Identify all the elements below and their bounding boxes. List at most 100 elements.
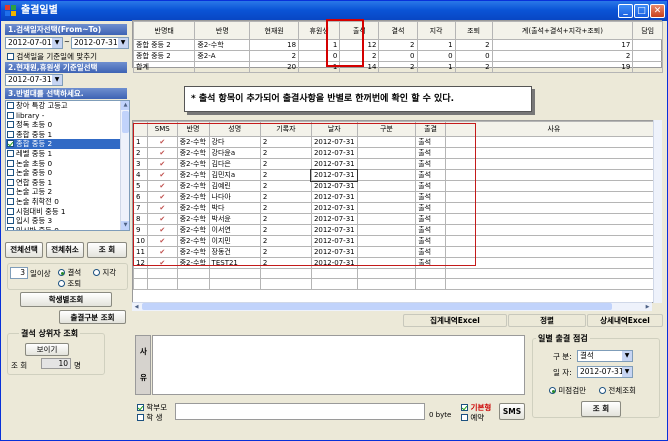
summary-cell: 2	[378, 61, 418, 73]
reason-textarea[interactable]	[152, 335, 525, 395]
radio-unchecked-label: 미점검만	[558, 386, 586, 395]
empty-cell	[176, 267, 210, 280]
class-list-item[interactable]: 입시 중등 3	[6, 216, 129, 226]
summary-row[interactable]: 합계 20 1 14 2 1 2 19	[132, 61, 663, 73]
basic-type-label: 기본형	[470, 403, 492, 412]
scroll-down-icon[interactable]: ▼	[121, 221, 129, 230]
summary-cell: 18	[249, 39, 300, 51]
attendance-type-search-button[interactable]: 출결구분 조회	[59, 310, 126, 324]
class-list-item[interactable]: 논술 취학전 0	[6, 197, 129, 207]
empty-cell	[415, 267, 446, 280]
empty-cell	[356, 278, 417, 290]
radio-unchecked-only[interactable]: 미점검만	[549, 385, 586, 396]
radio-late[interactable]: 지각	[93, 267, 116, 278]
class-list-item[interactable]: 정독 초등 0	[6, 120, 129, 130]
date-to-select[interactable]: 2012-07-31 ▼	[71, 37, 129, 49]
radio-icon	[93, 269, 100, 276]
radio-all[interactable]: 전체조회	[599, 385, 636, 396]
check-date-select[interactable]: 2012-07-31 ▼	[577, 366, 633, 378]
class-list-item[interactable]: 종합 중등 2	[6, 139, 129, 149]
count-unit: 명	[74, 361, 81, 370]
summary-header-cell: 현재원	[249, 21, 300, 40]
empty-cell	[310, 278, 358, 290]
reason-label-box: 사 유	[135, 335, 151, 395]
summary-header-cell: 지각	[416, 21, 456, 40]
checkbox-icon	[7, 226, 14, 230]
show-button[interactable]: 보이기	[25, 343, 69, 356]
select-all-button[interactable]: 전체선택	[5, 242, 43, 258]
checkbox-icon	[7, 140, 14, 148]
summary-cell: 0	[454, 50, 493, 62]
class-item-label: 논술 중등 0	[16, 168, 53, 178]
class-list-item[interactable]: 논술 중등 0	[6, 168, 129, 178]
grid-vscrollbar[interactable]	[653, 120, 662, 303]
summary-header-cell: 결석	[378, 21, 418, 40]
base-date-value: 2012-07-31	[8, 75, 52, 84]
scroll-thumb[interactable]	[122, 111, 129, 133]
empty-cell	[259, 267, 312, 280]
reason-cell	[444, 257, 661, 269]
checkbox-icon	[461, 404, 468, 411]
reason-cell	[444, 202, 661, 214]
match-base-date-checkbox[interactable]: 검색일을 기준일에 맞추기	[7, 51, 97, 62]
base-date-select[interactable]: 2012-07-31 ▼	[5, 74, 63, 86]
detail-highlight-frame	[133, 123, 476, 266]
search-button[interactable]: 조 회	[87, 242, 127, 258]
class-list-item[interactable]: 논술 고등 2	[6, 187, 129, 197]
reason-label-bottom: 유	[140, 373, 147, 382]
minimize-button[interactable]: _	[618, 4, 633, 18]
app-icon	[5, 5, 17, 17]
type-select[interactable]: 결석 ▼	[577, 350, 633, 362]
summary-cell: 2	[454, 61, 493, 73]
days-input[interactable]: 3	[10, 267, 28, 279]
class-list-item[interactable]: 시험대비 중등 1	[6, 207, 129, 217]
class-list-item[interactable]: 논술 초등 0	[6, 159, 129, 169]
summary-table-area: 반명태 반명 현재원 휴원생 출석 결석 지각 조퇴 계(출석+결석+지각+조퇴) 담임 종합 중…	[132, 20, 663, 73]
class-list[interactable]: 창아 특강 고등고 library - 정독 초등 0 종합 중등 1 종합 중등 2레…	[5, 100, 130, 231]
radio-all-label: 전체조회	[608, 386, 636, 395]
check-date-value: 2012-07-31	[580, 367, 624, 376]
radio-icon	[599, 387, 606, 394]
summary-cell: 2	[249, 50, 300, 62]
grid-hscrollbar[interactable]: ◀ ▶	[132, 302, 652, 311]
student-checkbox[interactable]: 학 생	[137, 412, 163, 423]
sms-send-button[interactable]: SMS	[499, 403, 525, 420]
class-list-item[interactable]: 창아 특강 고등고	[6, 101, 129, 111]
summary-row[interactable]: 종합 중등 2 중2-A 2 0 2 0 0 0 2	[132, 50, 663, 62]
radio-absent[interactable]: 결석	[58, 267, 81, 278]
scroll-right-icon[interactable]: ▶	[643, 303, 652, 311]
class-list-item[interactable]: 종합 중등 1	[6, 130, 129, 140]
class-list-item[interactable]: 입시반 중등 0	[6, 226, 129, 230]
reserve-checkbox[interactable]: 예약	[461, 412, 484, 423]
sort-button[interactable]: 정렬	[508, 314, 586, 327]
student-search-button[interactable]: 학생별조회	[20, 292, 112, 307]
summary-cell: 20	[249, 61, 300, 73]
date-from-select[interactable]: 2012-07-01 ▼	[5, 37, 63, 49]
reason-cell	[444, 136, 661, 148]
checkbox-icon	[137, 414, 144, 421]
scroll-up-icon[interactable]: ▲	[121, 101, 129, 110]
checkbox-icon	[7, 53, 14, 60]
summary-excel-button[interactable]: 집계내역Excel	[403, 314, 507, 327]
summary-row[interactable]: 종합 중등 2 중2-수학 18 1 12 2 1 2 17	[132, 39, 663, 51]
class-list-item[interactable]: 연합 중등 1	[6, 178, 129, 188]
class-item-label: 논술 고등 2	[16, 187, 53, 197]
window-title: 출결일별	[21, 5, 58, 16]
scroll-left-icon[interactable]: ◀	[132, 303, 141, 311]
list-scrollbar[interactable]: ▲ ▼	[120, 101, 129, 230]
close-button[interactable]: ✕	[650, 4, 665, 18]
class-item-label: 시험대비 중등 1	[16, 206, 66, 216]
deselect-all-button[interactable]: 전체취소	[46, 242, 84, 258]
count-label: 조 회	[11, 361, 28, 370]
maximize-button[interactable]: □	[634, 4, 649, 18]
summary-cell	[194, 61, 251, 73]
summary-cell: 중2-A	[194, 50, 251, 62]
detail-excel-button[interactable]: 상세내역Excel	[587, 314, 663, 327]
h-scroll-thumb[interactable]	[142, 303, 612, 310]
radio-early[interactable]: 조퇴	[58, 278, 81, 289]
class-list-item[interactable]: 레벨 중등 1	[6, 149, 129, 159]
class-list-item[interactable]: library -	[6, 111, 129, 121]
daily-search-button[interactable]: 조 회	[581, 401, 621, 417]
sms-message-input[interactable]	[175, 403, 425, 420]
reason-cell	[444, 224, 661, 236]
